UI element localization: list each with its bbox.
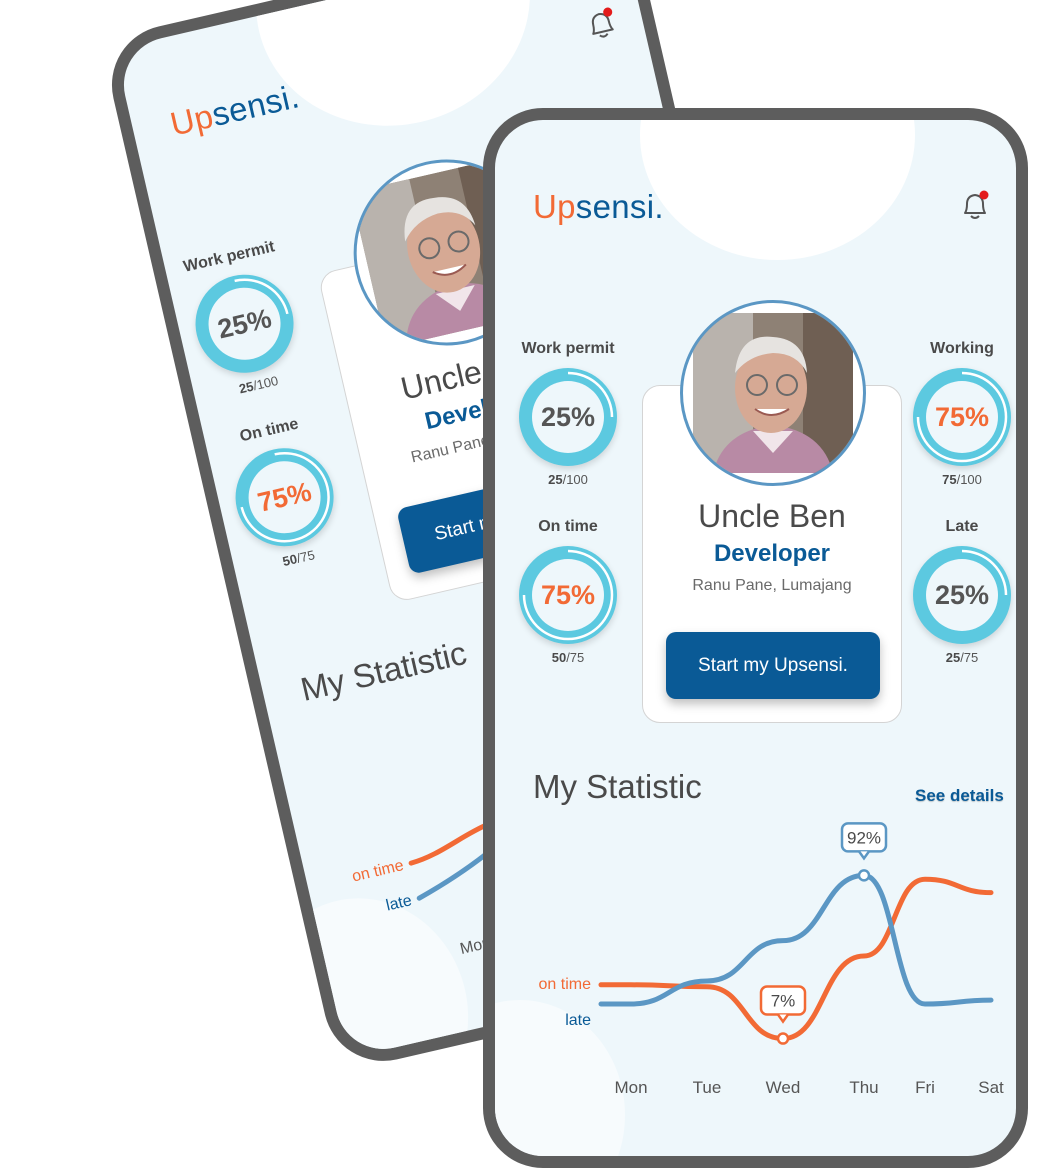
ring-gauge: 25% xyxy=(913,546,1011,644)
stat-working: Working 75% 75/100 xyxy=(897,340,1016,487)
stat-count: 50/75 xyxy=(551,650,585,665)
stat-count: 25/75 xyxy=(945,650,979,665)
profile-avatar xyxy=(680,300,866,486)
bell-icon[interactable] xyxy=(580,3,623,46)
profile-name: Uncle Ben xyxy=(698,498,846,534)
profile-role: Developer xyxy=(713,540,831,567)
callout-thu: 92% xyxy=(840,822,888,882)
stat-count: 75/100 xyxy=(942,472,982,487)
stat-percent: 75% xyxy=(934,402,990,432)
stat-work-permit-back: Work permit 25% 25/100 xyxy=(164,234,324,406)
brand-suffix: sensi. xyxy=(575,188,664,225)
stat-work-permit: Work permit 25% 25/100 xyxy=(503,340,633,487)
brand-logo: Upsensi. xyxy=(167,77,303,143)
start-upsensi-button[interactable]: Start my Upsensi. xyxy=(666,632,880,699)
x-tick-tue: Tue xyxy=(693,1078,722,1097)
stat-late: Late 25% 25/75 xyxy=(897,518,1016,665)
ring-gauge: 75% xyxy=(913,368,1011,466)
stat-on-time-back: On time 75% 50/75 xyxy=(204,408,364,580)
legend-late: late xyxy=(385,892,414,914)
stat-percent: 75% xyxy=(254,476,315,518)
stat-count: 25/100 xyxy=(548,472,588,487)
x-tick-thu: Thu xyxy=(849,1078,878,1097)
phone-front: Upsensi. Work permit 25% 25/100 On time … xyxy=(483,108,1028,1168)
stat-title: On time xyxy=(538,518,598,535)
statistic-chart: on time late Mon Tue Wed Thu Fri Sat 7% 92% xyxy=(539,822,1004,1097)
see-details-link[interactable]: See details xyxy=(915,786,1004,806)
stat-on-time: On time 75% 50/75 xyxy=(503,518,633,665)
x-tick-fri: Fri xyxy=(915,1078,935,1097)
screen-front: Upsensi. Work permit 25% 25/100 On time … xyxy=(495,120,1016,1156)
stat-title: Working xyxy=(930,340,994,357)
ring-gauge: 75% xyxy=(225,438,344,556)
legend-late: late xyxy=(565,1012,591,1029)
x-tick-mon: Mon xyxy=(614,1078,647,1097)
x-tick-wed: Wed xyxy=(766,1078,801,1097)
stat-title: Late xyxy=(945,518,979,535)
statistic-title: My Statistic xyxy=(533,768,702,805)
x-tick-sat: Sat xyxy=(978,1078,1004,1097)
stat-percent: 25% xyxy=(214,303,275,345)
decor-blob-top xyxy=(640,120,915,260)
brand-logo: Upsensi. xyxy=(533,188,664,226)
bell-icon[interactable] xyxy=(957,188,993,224)
ring-gauge: 25% xyxy=(519,368,617,466)
brand-prefix: Up xyxy=(533,188,576,225)
legend-on-time: on time xyxy=(539,976,592,993)
stat-title: Work permit xyxy=(521,340,615,357)
stat-percent: 75% xyxy=(540,580,596,610)
ring-gauge: 75% xyxy=(519,546,617,644)
profile-location: Ranu Pane, Lumajang xyxy=(692,577,852,594)
callout-label: 92% xyxy=(847,828,881,847)
data-point xyxy=(776,1032,790,1045)
data-point xyxy=(857,869,871,882)
ring-gauge: 25% xyxy=(185,264,304,383)
legend-on-time: on time xyxy=(350,857,405,885)
brand-suffix: sensi. xyxy=(208,77,303,134)
stat-percent: 25% xyxy=(934,580,990,610)
stat-percent: 25% xyxy=(540,402,596,432)
callout-label: 7% xyxy=(771,992,796,1011)
